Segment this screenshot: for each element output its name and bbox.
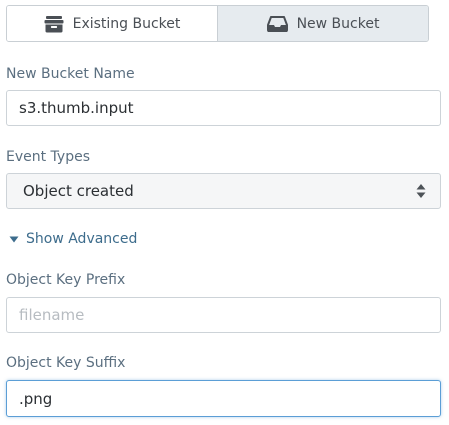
bucket-mode-toggle: Existing Bucket New Bucket: [6, 5, 429, 42]
event-types-select[interactable]: Object created: [6, 173, 441, 209]
new-bucket-name-input[interactable]: [6, 90, 441, 126]
existing-bucket-label: Existing Bucket: [72, 15, 181, 32]
new-bucket-name-label: New Bucket Name: [6, 66, 135, 82]
existing-bucket-button[interactable]: Existing Bucket: [7, 6, 217, 41]
new-bucket-button[interactable]: New Bucket: [217, 6, 428, 41]
archive-box-icon: [44, 15, 64, 33]
show-advanced-toggle[interactable]: Show Advanced: [9, 231, 137, 247]
event-types-selected-value: Object created: [23, 182, 134, 200]
inbox-tray-icon: [266, 15, 288, 32]
object-key-suffix-label: Object Key Suffix: [6, 355, 126, 371]
caret-down-icon: [9, 236, 19, 243]
sort-arrows-icon: [416, 183, 426, 199]
object-key-prefix-label: Object Key Prefix: [6, 272, 126, 288]
object-key-suffix-input[interactable]: [6, 380, 441, 417]
object-key-prefix-input[interactable]: [6, 297, 441, 333]
event-types-label: Event Types: [6, 149, 91, 165]
show-advanced-label: Show Advanced: [26, 231, 138, 247]
new-bucket-label: New Bucket: [296, 15, 380, 32]
